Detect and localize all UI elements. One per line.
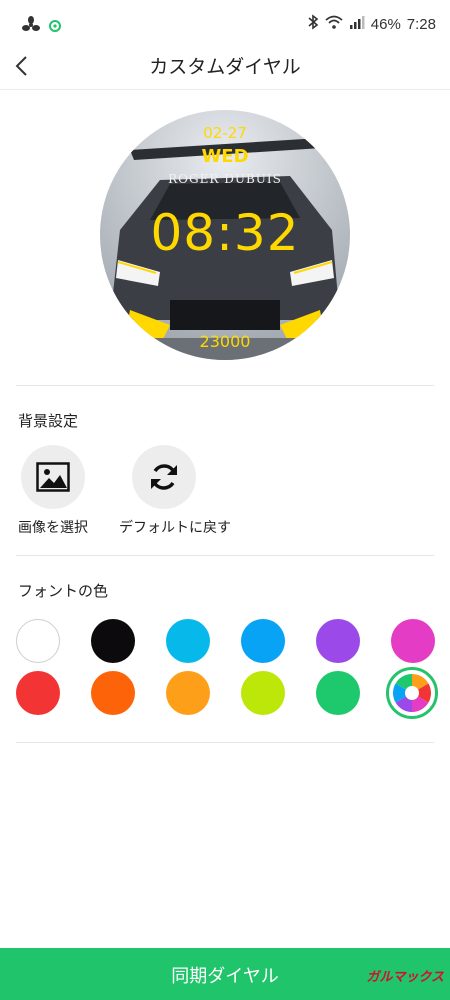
divider [16, 385, 434, 386]
battery-percent: 46% [370, 15, 401, 33]
color-swatch[interactable] [166, 619, 210, 663]
select-image-button[interactable]: 画像を選択 [8, 445, 98, 537]
color-swatch[interactable] [316, 671, 360, 715]
header: カスタムダイヤル [0, 44, 450, 90]
color-swatch[interactable] [91, 671, 135, 715]
reset-default-button[interactable]: デフォルトに戻す [119, 445, 231, 537]
color-swatch[interactable] [391, 619, 435, 663]
font-color-section-label: フォントの色 [18, 582, 109, 600]
dial-steps: 23000 [199, 332, 251, 351]
color-swatch[interactable] [166, 671, 210, 715]
divider [16, 555, 434, 556]
wifi-icon [325, 14, 343, 34]
divider [16, 742, 434, 743]
sync-dial-button[interactable]: 同期ダイヤル ガルマックス [0, 948, 450, 1000]
clock: 7:28 [406, 15, 436, 33]
dial-day: WED [201, 146, 249, 167]
dial-brand: ROGER DUBUIS [168, 172, 282, 186]
bluetooth-icon [307, 14, 319, 34]
color-wheel-icon [393, 674, 431, 712]
reset-default-label: デフォルトに戻す [119, 520, 231, 536]
status-left [22, 16, 62, 38]
color-swatch[interactable] [241, 619, 285, 663]
color-swatch[interactable] [91, 619, 135, 663]
app-notification-icon [48, 18, 62, 37]
page-title: カスタムダイヤル [149, 56, 301, 78]
watermark: ガルマックス [366, 969, 444, 984]
select-image-circle[interactable] [21, 445, 85, 509]
status-right: 46% 7:28 [307, 14, 436, 34]
status-bar: 46% 7:28 [0, 0, 450, 44]
dial-time: 08:32 [150, 204, 300, 262]
custom-color-picker[interactable] [386, 667, 438, 719]
fan-icon [22, 16, 40, 38]
reset-default-circle[interactable] [132, 445, 196, 509]
refresh-icon [151, 464, 177, 490]
color-swatch[interactable] [316, 619, 360, 663]
dial-preview: 02-27 WED ROGER DUBUIS 08:32 23000 [100, 110, 350, 360]
color-swatch[interactable] [16, 671, 60, 715]
background-section-label: 背景設定 [18, 412, 79, 430]
color-swatch[interactable] [16, 619, 60, 663]
image-icon [36, 462, 70, 492]
dial-date: 02-27 [203, 124, 247, 142]
select-image-label: 画像を選択 [18, 520, 88, 536]
color-swatch[interactable] [241, 671, 285, 715]
signal-icon [349, 14, 365, 34]
